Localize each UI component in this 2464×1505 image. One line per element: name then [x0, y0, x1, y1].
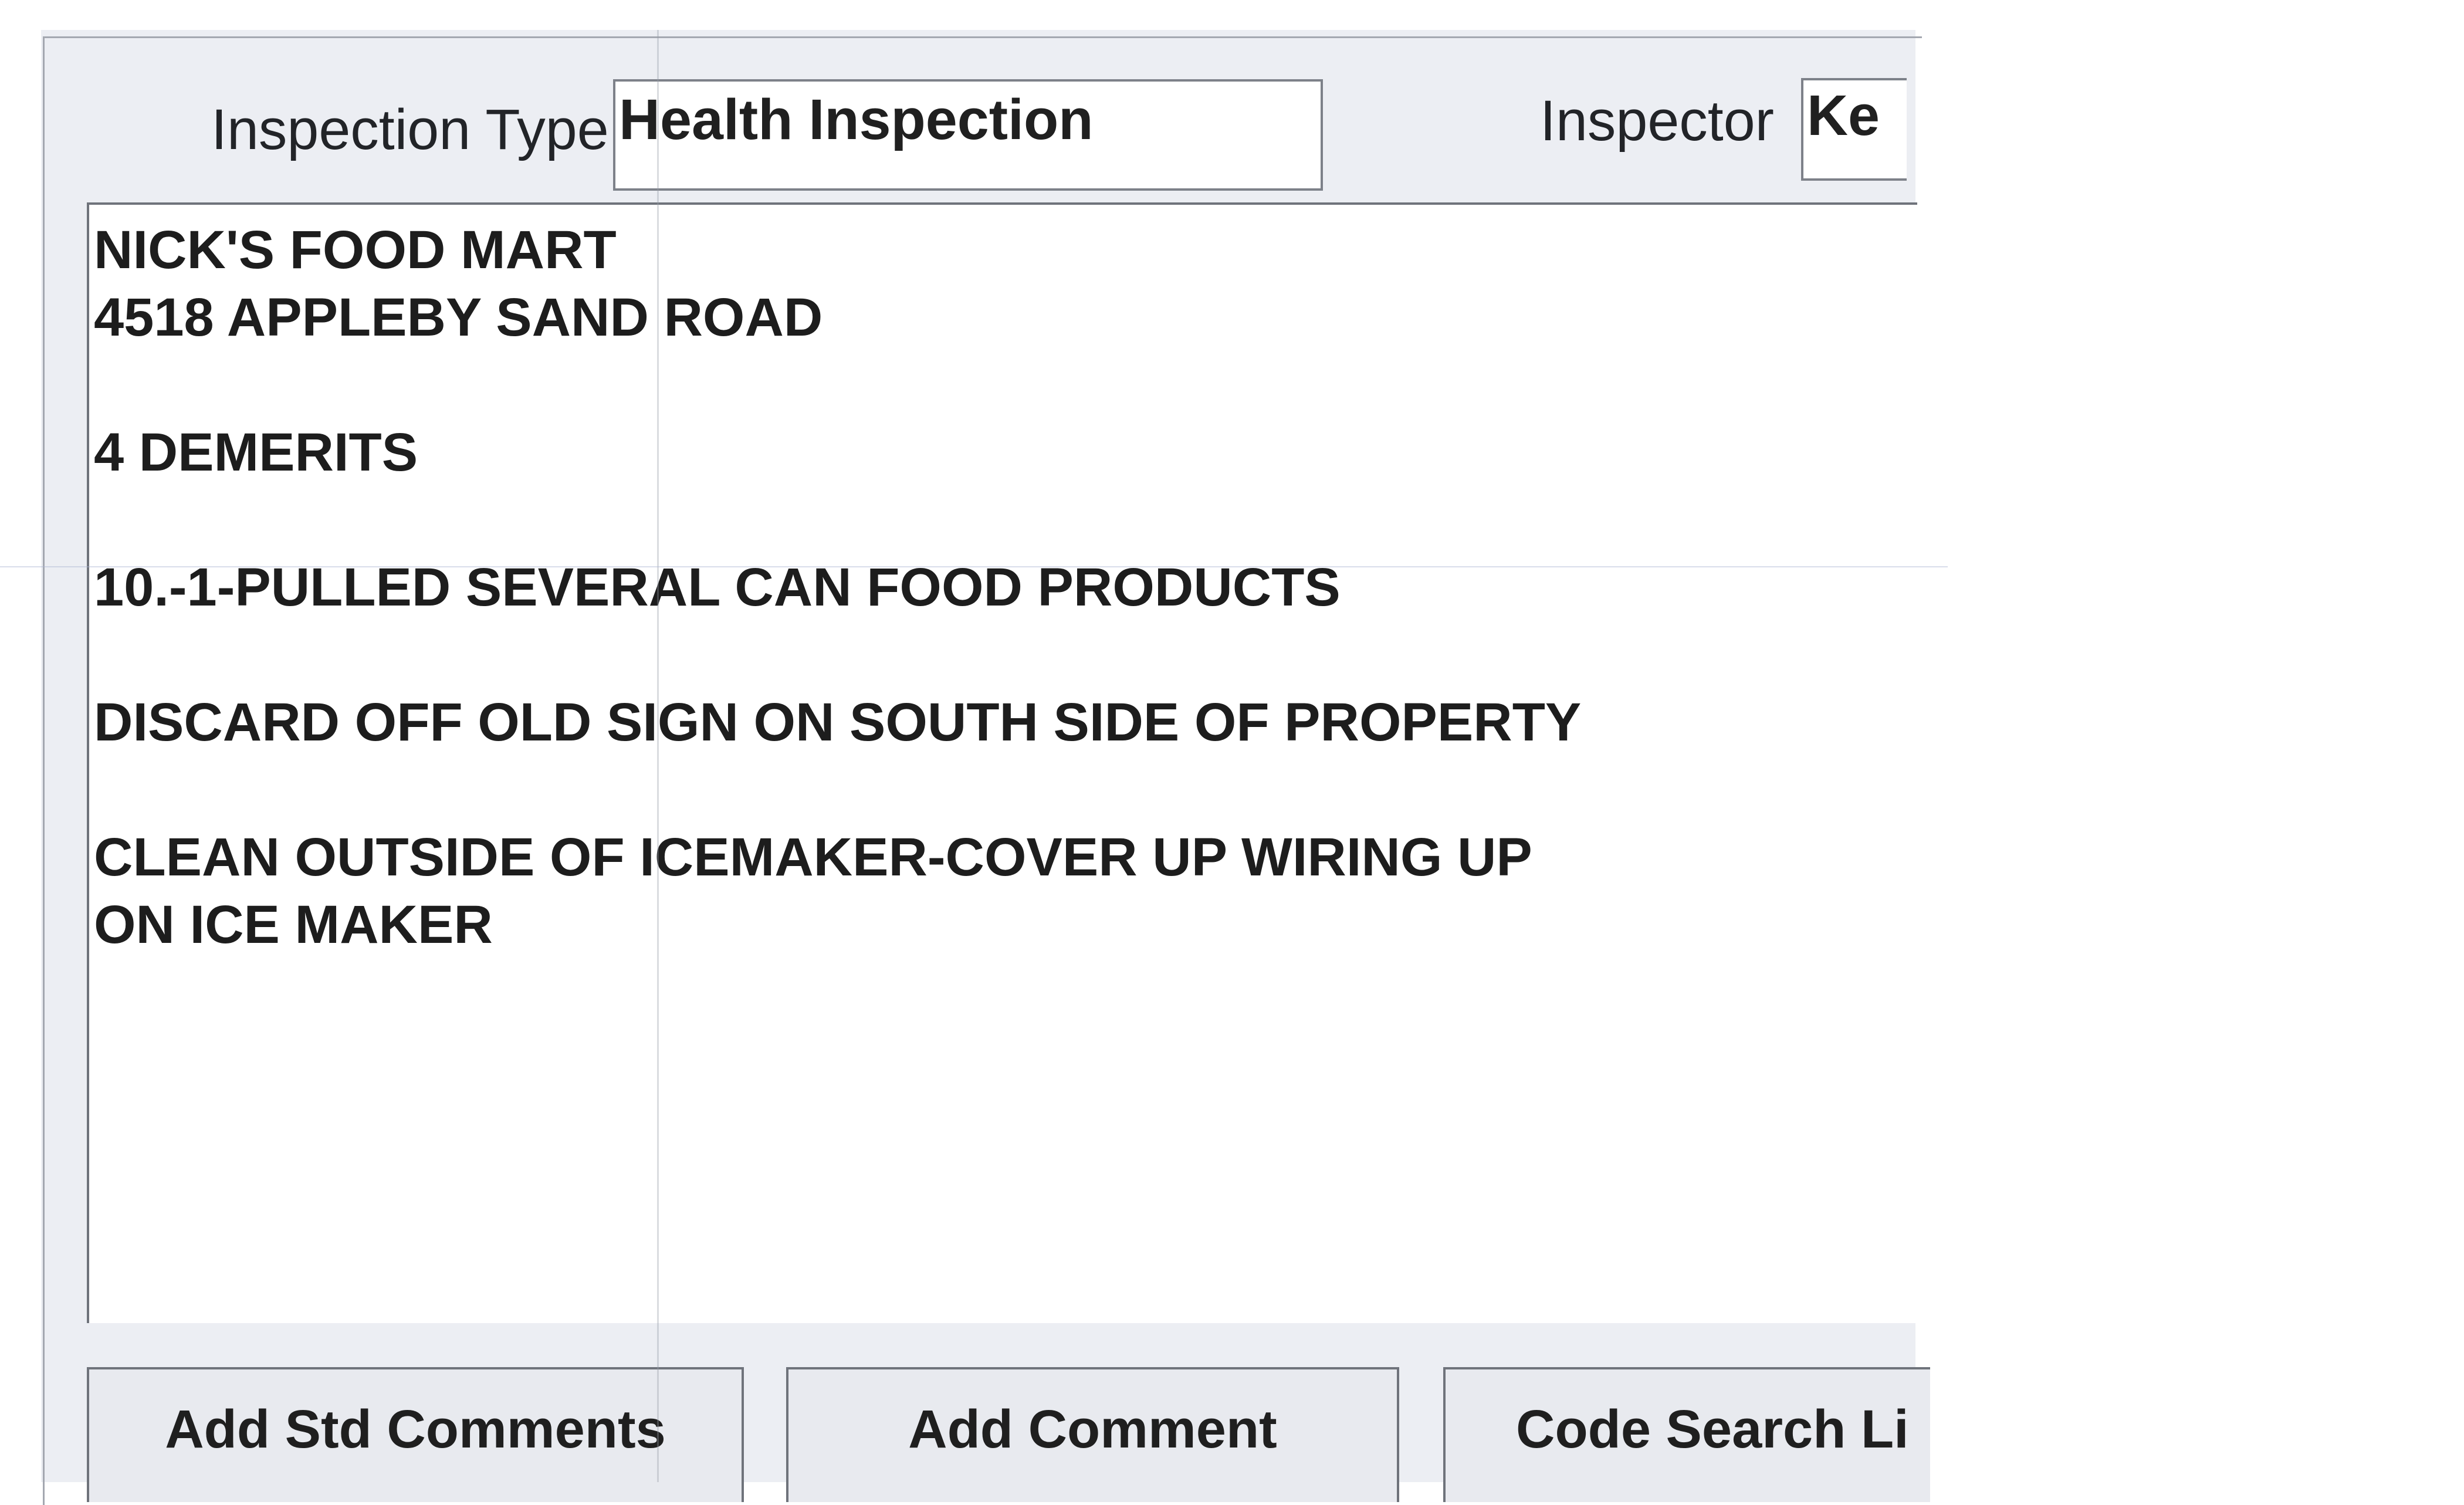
add-std-comments-button[interactable]: Add Std Comments [87, 1367, 744, 1502]
comment-line: 4 DEMERITS [94, 422, 418, 482]
comment-line: DISCARD OFF OLD SIGN ON SOUTH SIDE OF PR… [94, 692, 1582, 752]
comments-textarea[interactable]: NICK'S FOOD MART 4518 APPLEBY SAND ROAD … [87, 202, 1917, 1323]
comment-line: NICK'S FOOD MART [94, 220, 617, 280]
comment-line: 10.-1-PULLED SEVERAL CAN FOOD PRODUCTS [94, 557, 1341, 617]
comment-line: ON ICE MAKER [94, 895, 493, 955]
inspector-field[interactable]: Ke [1801, 78, 1907, 181]
add-comment-button[interactable]: Add Comment [786, 1367, 1399, 1502]
scan-fold-line-horizontal [0, 566, 1948, 567]
comment-line [94, 486, 1917, 554]
comment-line [94, 621, 1917, 689]
code-search-button[interactable]: Code Search Li [1443, 1367, 1930, 1502]
comment-line: CLEAN OUTSIDE OF ICEMAKER-COVER UP WIRIN… [94, 827, 1532, 887]
inspection-type-label: Inspection Type [211, 97, 609, 161]
comment-line [94, 351, 1917, 419]
comment-line [94, 756, 1917, 824]
inspection-type-field[interactable]: Health Inspection [613, 79, 1323, 191]
scan-fold-line-vertical [657, 30, 659, 1482]
comment-line: 4518 APPLEBY SAND ROAD [94, 288, 823, 347]
inspector-label: Inspector [1540, 89, 1774, 153]
